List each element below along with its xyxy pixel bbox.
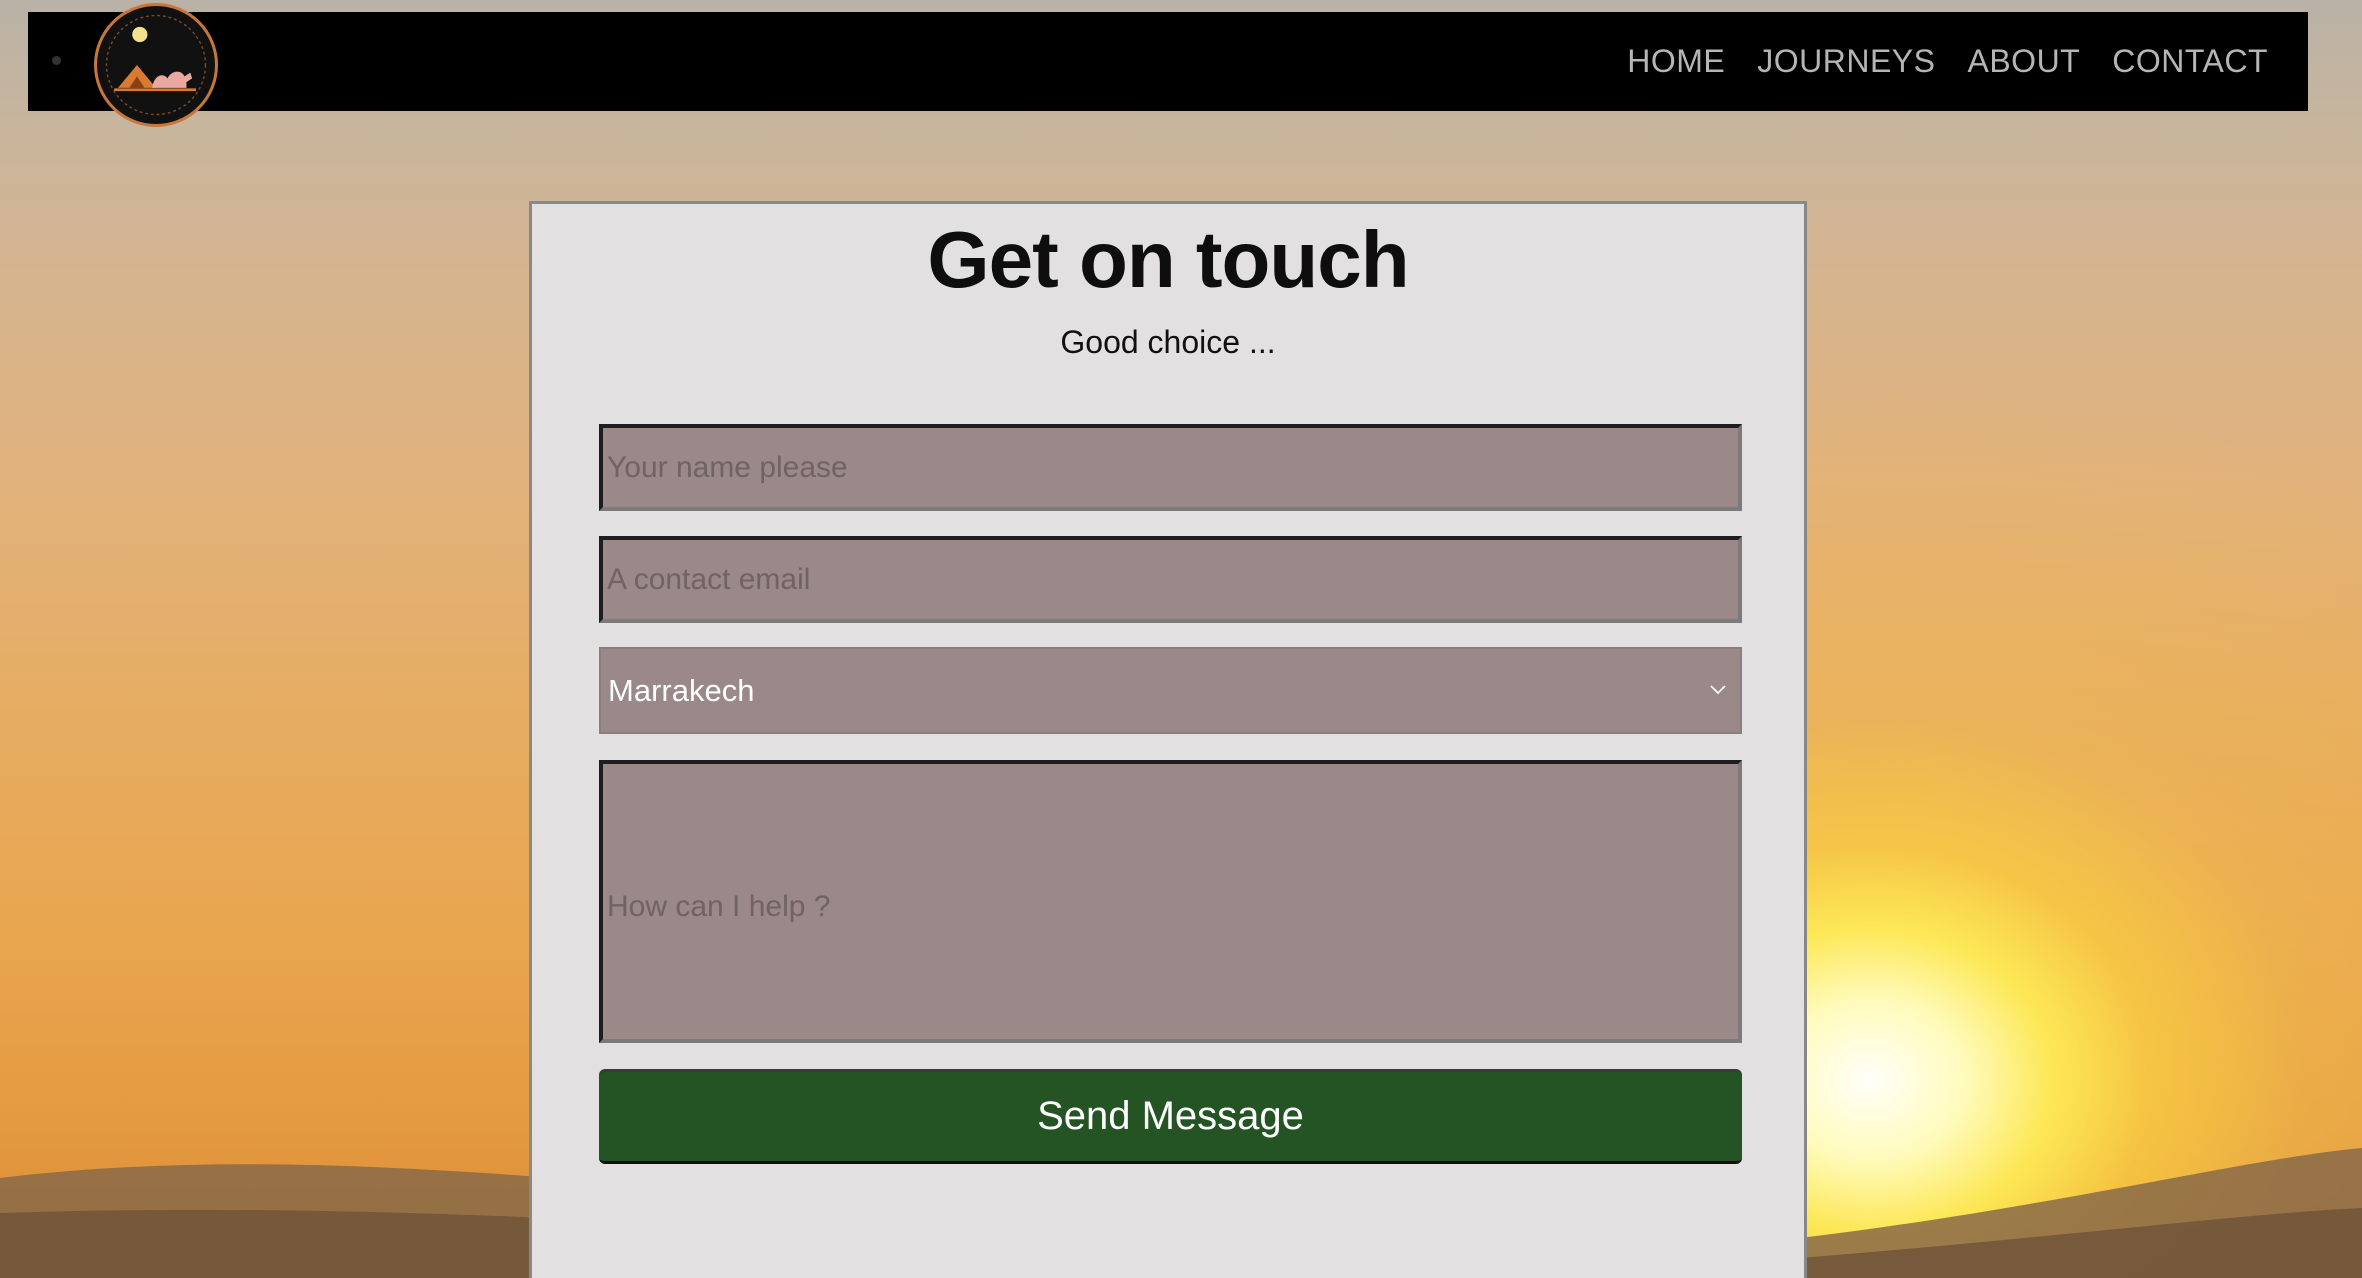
nav-contact-link[interactable]: CONTACT <box>2112 43 2268 80</box>
nav-home-link[interactable]: HOME <box>1627 43 1725 80</box>
destination-selected-value: Marrakech <box>608 672 755 708</box>
send-message-button[interactable]: Send Message <box>599 1069 1742 1164</box>
nav-links: HOME JOURNEYS ABOUT CONTACT <box>1627 12 2268 111</box>
form-subtitle: Good choice ... <box>1060 324 1276 360</box>
destination-select[interactable]: Marrakech <box>599 647 1742 734</box>
camel-tent-logo-icon[interactable] <box>94 3 218 127</box>
form-title: Get on touch <box>927 215 1409 304</box>
nav-journeys-link[interactable]: JOURNEYS <box>1757 43 1935 80</box>
message-textarea[interactable] <box>599 760 1742 1043</box>
nav-about-link[interactable]: ABOUT <box>1967 43 2080 80</box>
name-input[interactable] <box>599 424 1742 511</box>
chevron-down-icon <box>1710 685 1726 695</box>
nav-bullet-dot <box>52 56 61 65</box>
email-input[interactable] <box>599 536 1742 623</box>
top-navbar: HOME JOURNEYS ABOUT CONTACT <box>28 3 2308 127</box>
contact-form-card: Get on touch Good choice ... Marrakech S… <box>529 201 1807 1278</box>
